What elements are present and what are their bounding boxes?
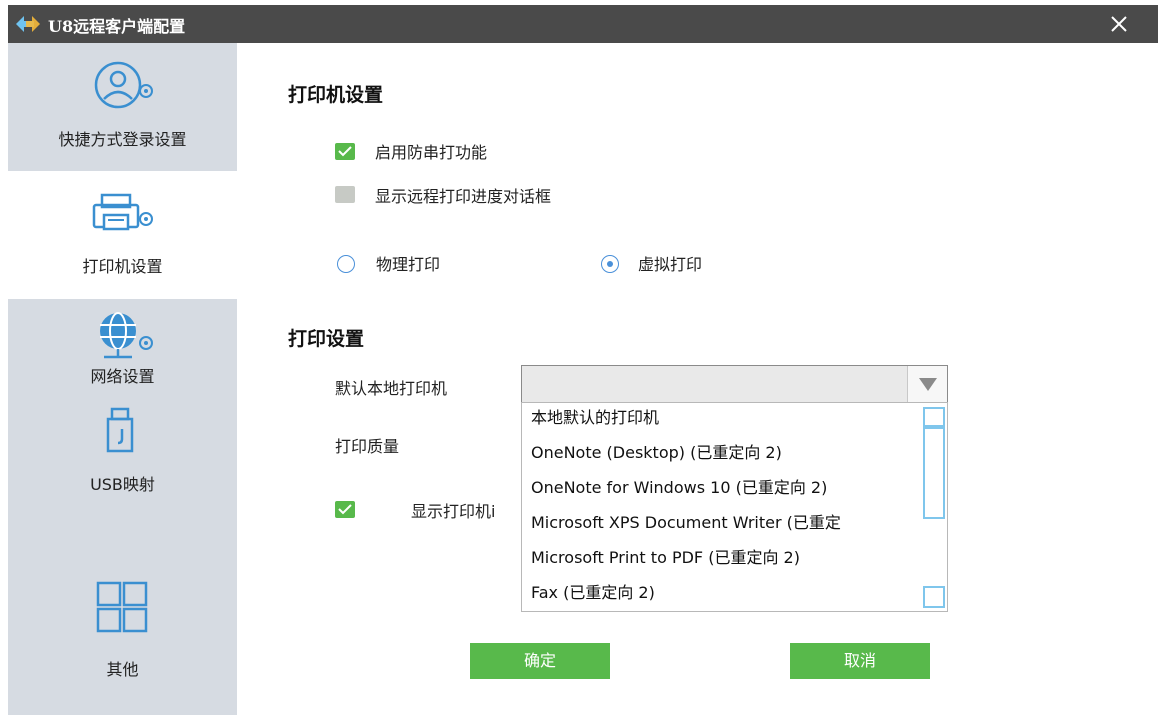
close-icon[interactable] xyxy=(1106,11,1132,37)
printer-gear-icon xyxy=(92,193,153,231)
app-logo-icon xyxy=(16,16,40,32)
scroll-down-button[interactable] xyxy=(923,586,945,608)
physical-print-label: 物理打印 xyxy=(376,255,441,274)
scroll-thumb[interactable] xyxy=(923,427,945,519)
chevron-down-icon xyxy=(919,378,937,391)
show-printer-checkbox[interactable] xyxy=(335,501,355,518)
sidebar-item-label: USB映射 xyxy=(90,475,155,494)
settings-panel: 打印机设置 启用防串打功能 显示远程打印进度对话框 物理打印 虚拟打印 打印设置… xyxy=(237,43,1158,715)
sidebar-item-label: 快捷方式登录设置 xyxy=(58,130,187,149)
enable-anti-serial-label: 启用防串打功能 xyxy=(375,143,488,162)
dropdown-option[interactable]: Fax (已重定向 2) xyxy=(531,578,655,608)
dropdown-option[interactable]: Microsoft XPS Document Writer (已重定 xyxy=(531,508,920,538)
dropdown-option[interactable]: Microsoft Print to PDF (已重定向 2) xyxy=(531,543,800,573)
scroll-up-button[interactable] xyxy=(923,407,945,427)
sidebar-item-other[interactable]: 其他 xyxy=(8,555,237,683)
dropdown-button[interactable] xyxy=(907,366,947,402)
radio-selected-dot xyxy=(607,261,613,267)
sidebar-item-label: 网络设置 xyxy=(90,367,155,386)
print-quality-label: 打印质量 xyxy=(335,437,400,456)
default-printer-select[interactable] xyxy=(521,365,948,403)
ok-button[interactable]: 确定 xyxy=(470,643,610,679)
virtual-print-label: 虚拟打印 xyxy=(638,255,703,274)
sidebar-item-label: 打印机设置 xyxy=(82,257,163,276)
printer-dropdown-list: 本地默认的打印机 OneNote (Desktop) (已重定向 2) OneN… xyxy=(521,402,948,612)
cancel-button[interactable]: 取消 xyxy=(790,643,930,679)
printer-settings-title: 打印机设置 xyxy=(288,84,384,106)
config-window: U8远程客户端配置 快捷方式登录设置 打印机设置 网络设置 USB映射 其他 打… xyxy=(8,5,1158,715)
print-settings-title: 打印设置 xyxy=(288,328,365,350)
enable-anti-serial-checkbox[interactable] xyxy=(335,143,355,160)
dropdown-option[interactable]: 本地默认的打印机 xyxy=(531,403,659,433)
dropdown-option[interactable]: OneNote (Desktop) (已重定向 2) xyxy=(531,438,782,468)
title-bar: U8远程客户端配置 xyxy=(8,5,1158,43)
globe-gear-icon xyxy=(100,312,153,359)
usb-icon xyxy=(106,407,134,453)
dropdown-scrollbar[interactable] xyxy=(920,403,947,611)
sidebar-item-usb[interactable]: USB映射 xyxy=(8,407,237,555)
window-title: U8远程客户端配置 xyxy=(48,17,186,36)
show-printer-label: 显示打印机i xyxy=(411,502,496,521)
checkmark-icon xyxy=(338,146,352,157)
checkmark-icon xyxy=(338,504,352,515)
virtual-print-radio[interactable] xyxy=(601,255,619,273)
dropdown-option[interactable]: OneNote for Windows 10 (已重定向 2) xyxy=(531,473,827,503)
sidebar-item-printer[interactable]: 打印机设置 xyxy=(8,171,237,299)
sidebar-item-label: 其他 xyxy=(106,660,139,679)
sidebar: 快捷方式登录设置 打印机设置 网络设置 USB映射 其他 xyxy=(8,43,237,715)
default-printer-label: 默认本地打印机 xyxy=(335,379,448,398)
grid-icon xyxy=(96,581,148,633)
show-progress-checkbox[interactable] xyxy=(335,186,355,203)
show-progress-label: 显示远程打印进度对话框 xyxy=(375,187,552,206)
user-gear-icon xyxy=(94,61,153,109)
physical-print-radio[interactable] xyxy=(337,255,355,273)
sidebar-item-shortcut-login[interactable]: 快捷方式登录设置 xyxy=(8,43,237,171)
